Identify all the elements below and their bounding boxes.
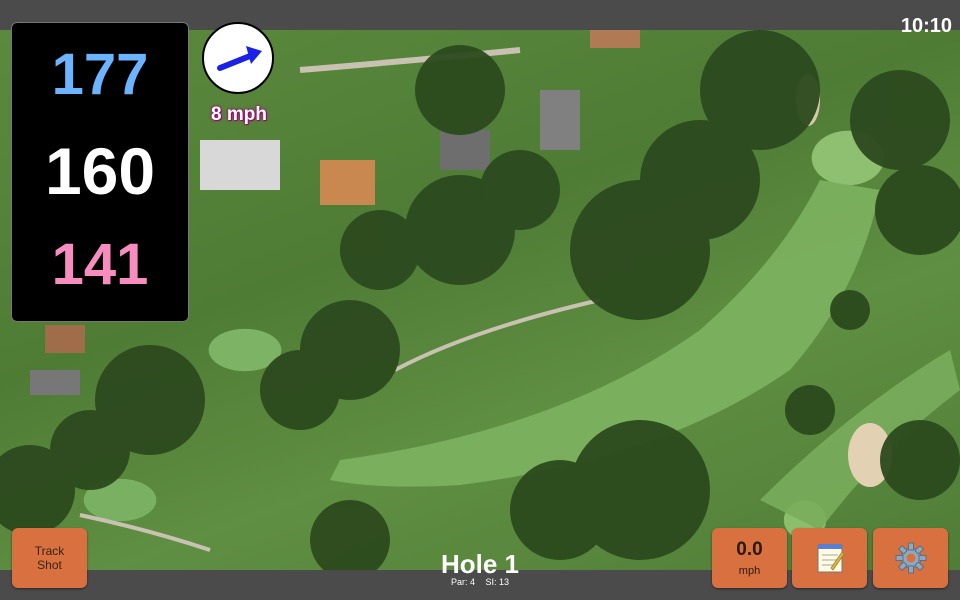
front-distance: 141 bbox=[51, 232, 149, 297]
wind-direction-indicator bbox=[202, 22, 274, 94]
clock: 10:10 bbox=[900, 15, 952, 37]
notes-button[interactable] bbox=[792, 528, 867, 588]
hole-stroke-index: SI: 13 bbox=[485, 577, 510, 587]
notepad-icon bbox=[817, 544, 845, 573]
wind-speed-label: 8 mph bbox=[211, 104, 267, 125]
distance-panel: 177 160 141 bbox=[11, 22, 189, 322]
gear-icon bbox=[895, 542, 926, 574]
settings-button[interactable] bbox=[873, 528, 948, 588]
track-shot-button[interactable]: Track Shot bbox=[12, 528, 87, 588]
track-shot-label-line2: Shot bbox=[37, 558, 62, 572]
track-shot-label-line1: Track bbox=[34, 544, 65, 558]
hole-title: Hole 1 bbox=[440, 549, 520, 579]
speed-unit: mph bbox=[738, 565, 761, 577]
speed-value: 0.0 bbox=[736, 539, 763, 560]
middle-distance: 160 bbox=[44, 134, 156, 208]
hole-meta: Par: 4 SI: 13 bbox=[380, 577, 580, 587]
back-distance: 177 bbox=[51, 42, 149, 107]
speed-button[interactable]: 0.0 mph bbox=[712, 528, 787, 588]
wind-arrow-icon bbox=[217, 46, 262, 71]
hole-par: Par: 4 bbox=[450, 577, 475, 587]
